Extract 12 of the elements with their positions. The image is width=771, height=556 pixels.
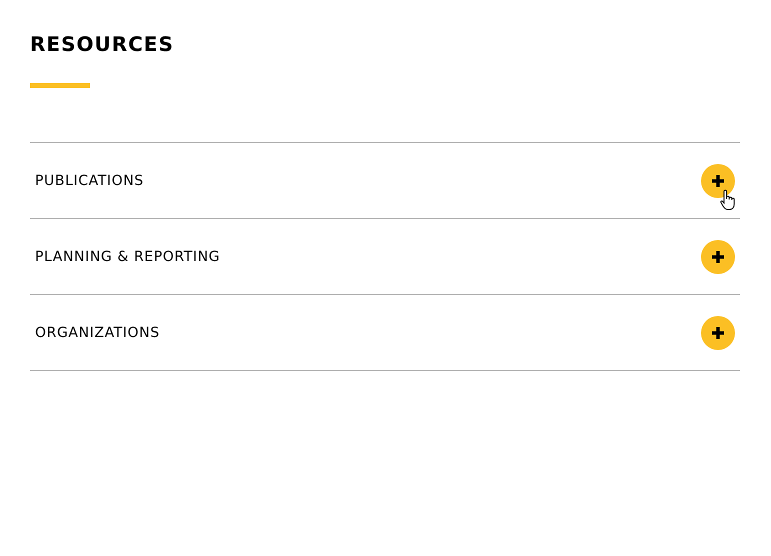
expand-button[interactable]	[701, 316, 735, 350]
hand-cursor-icon	[720, 189, 736, 211]
accent-bar	[30, 83, 90, 88]
expand-button[interactable]	[701, 164, 735, 198]
plus-icon	[711, 326, 725, 340]
plus-icon	[711, 250, 725, 264]
section-title: RESOURCES	[30, 31, 175, 58]
accordion-label: PUBLICATIONS	[35, 172, 144, 188]
accordion-label: ORGANIZATIONS	[35, 324, 160, 340]
plus-icon	[711, 174, 725, 188]
accordion-label: PLANNING & REPORTING	[35, 248, 220, 264]
expand-button[interactable]	[701, 240, 735, 274]
